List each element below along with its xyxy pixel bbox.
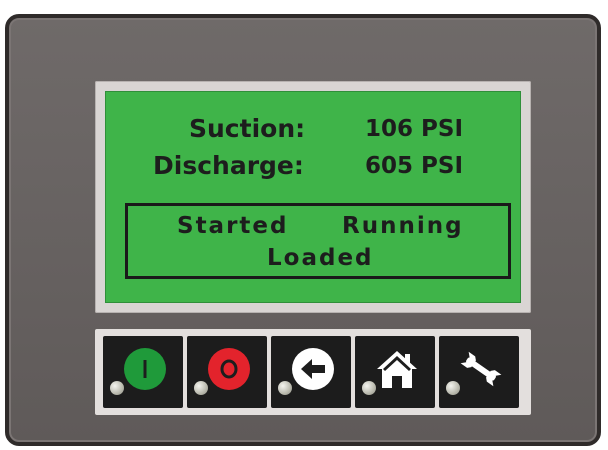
controller-housing: Suction: 106 PSI Discharge: 605 PSI Star… [5,14,601,446]
status-loaded: Loaded [267,245,374,271]
start-button[interactable] [103,336,183,408]
home-button[interactable] [355,336,435,408]
start-icon [123,347,167,391]
status-box: Started Running Loaded [125,203,511,279]
status-led [110,381,124,395]
home-icon [375,347,419,391]
discharge-value: 605 PSI [365,153,463,179]
wrench-icon [459,347,503,391]
stop-button[interactable] [187,336,267,408]
suction-value: 106 PSI [365,116,463,142]
button-panel [95,329,531,415]
status-led [278,381,292,395]
status-led [446,381,460,395]
status-running: Running [342,213,464,239]
stop-icon [207,347,251,391]
back-button[interactable] [271,336,351,408]
back-arrow-icon [291,347,335,391]
settings-button[interactable] [439,336,519,408]
status-started: Started [177,213,289,239]
screen-bezel: Suction: 106 PSI Discharge: 605 PSI Star… [95,81,531,313]
discharge-label: Discharge: [153,151,304,180]
status-led [194,381,208,395]
status-led [362,381,376,395]
suction-label: Suction: [189,114,306,143]
lcd-display: Suction: 106 PSI Discharge: 605 PSI Star… [105,91,521,303]
